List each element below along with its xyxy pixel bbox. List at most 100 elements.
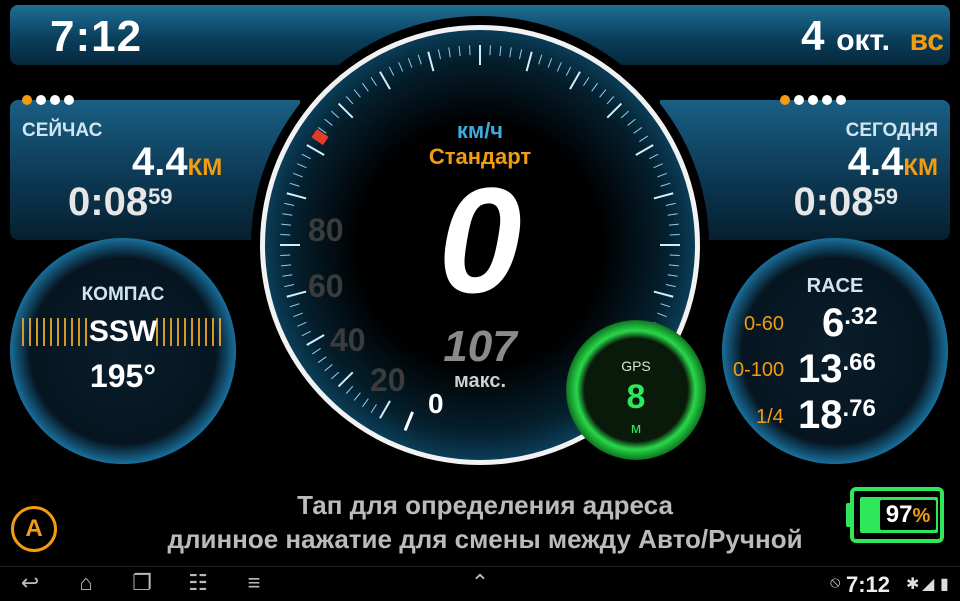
gauge-tick	[556, 62, 562, 72]
gauge-tick	[280, 254, 291, 256]
gauge-tick	[286, 192, 307, 200]
trip-today-duration: 0:0859	[793, 180, 898, 225]
gauge-tick	[669, 254, 680, 256]
gauge-tick	[284, 284, 295, 288]
gauge-tick	[668, 264, 679, 267]
gps-accuracy: 8	[626, 378, 646, 416]
gauge-tick	[398, 62, 404, 72]
page-dots-right[interactable]	[780, 95, 846, 105]
home-icon[interactable]: ⌂	[68, 570, 104, 596]
race-value-int: 13	[798, 347, 843, 391]
gauge-tick	[370, 76, 377, 86]
trip-today-distance: 4.4КМ	[848, 140, 938, 185]
gauge-tick	[591, 82, 598, 92]
race-value-frac: .32	[844, 303, 878, 330]
page-dot	[22, 95, 32, 105]
gauge-tick	[311, 348, 321, 355]
gauge-tick	[379, 71, 391, 90]
compass-title: КОМПАС	[81, 284, 165, 305]
gauge-tick	[324, 118, 333, 126]
speed-needle	[403, 411, 414, 431]
trip-now-distance: 4.4КМ	[132, 140, 222, 185]
gauge-tick	[282, 213, 293, 216]
gauge-tick	[639, 135, 649, 142]
gauge-tick	[657, 172, 667, 178]
gauge-tick	[469, 45, 471, 56]
gauge-tick	[669, 234, 680, 236]
page-dot	[836, 95, 846, 105]
page-dot	[50, 95, 60, 105]
gauge-tick	[337, 371, 354, 388]
apps-grid-icon[interactable]: ☷	[180, 570, 216, 596]
date-weekday: вс	[909, 24, 944, 57]
trip-now-duration-value: 0:08	[68, 180, 149, 224]
current-speed: 0	[438, 156, 522, 324]
gauge-tick	[427, 51, 435, 72]
gps-unit: м	[630, 420, 642, 437]
page-dot	[64, 95, 74, 105]
page-dots-left[interactable]	[22, 95, 74, 105]
trip-today-label: СЕГОДНЯ	[845, 120, 938, 141]
gauge-tick	[370, 404, 377, 414]
signal-icon: ◢	[922, 576, 935, 593]
race-value-frac: .66	[842, 349, 876, 376]
gauge-tick	[297, 163, 307, 169]
recent-apps-icon[interactable]: ❐	[124, 570, 160, 596]
gauge-tick	[362, 398, 369, 408]
race-value-frac: .76	[842, 395, 876, 422]
gauge-tick	[286, 290, 307, 298]
gauge-tick	[525, 51, 533, 72]
gauge-tick	[379, 400, 391, 419]
gauge-tick	[281, 264, 292, 267]
compass-direction: SSW	[88, 315, 158, 348]
page-dot	[808, 95, 818, 105]
gauge-tick	[306, 334, 325, 346]
gauge-tick	[569, 71, 581, 90]
gauge-tick	[519, 49, 523, 60]
chevron-up-icon[interactable]: ⌃	[462, 570, 498, 596]
date-month: окт.	[836, 24, 890, 57]
compass-degrees: 195°	[89, 358, 157, 394]
gauge-tick	[635, 144, 654, 156]
gauge-tick	[620, 110, 629, 119]
page-dot	[794, 95, 804, 105]
gauge-tick	[668, 223, 679, 226]
race-value-int: 6	[822, 301, 845, 345]
address-hint[interactable]: Тап для определения адреса длинное нажат…	[140, 488, 830, 556]
compass-gauge[interactable]	[10, 238, 236, 464]
race-label-0-60: 0-60	[744, 313, 785, 335]
gauge-tick	[583, 76, 590, 86]
menu-icon[interactable]: ≡	[236, 570, 272, 596]
gauge-tick	[306, 144, 325, 156]
page-dot	[822, 95, 832, 105]
race-value-quarter: 18.76	[798, 393, 876, 438]
max-speed-marker	[311, 129, 329, 146]
gauge-tick	[331, 110, 340, 119]
back-icon[interactable]: ↩	[12, 570, 48, 596]
gauge-tick	[565, 66, 572, 76]
gauge-tick	[301, 330, 311, 337]
gauge-tick	[653, 290, 674, 298]
gauge-tick	[653, 163, 663, 169]
gauge-tick	[293, 172, 303, 178]
gauge-tick	[627, 118, 636, 126]
trip-today-distance-unit: КМ	[903, 154, 938, 181]
gauge-tick	[331, 371, 340, 380]
trip-today-duration-value: 0:08	[793, 180, 874, 224]
race-value-0-100: 13.66	[798, 347, 876, 392]
gauge-tick	[289, 303, 300, 308]
gauge-tick	[297, 321, 307, 327]
gauge-tick	[660, 303, 671, 308]
gauge-tick	[281, 223, 292, 226]
gauge-tick	[547, 58, 553, 68]
gauge-tick	[345, 96, 354, 105]
auto-mode-button[interactable]: A	[11, 506, 57, 552]
trip-today-distance-value: 4.4	[847, 140, 904, 184]
scale-label-40: 40	[330, 322, 366, 358]
max-speed-label: макс.	[453, 370, 507, 392]
gauge-tick	[649, 153, 659, 160]
race-value-0-60: 6.32	[822, 301, 878, 346]
gauge-tick	[353, 89, 361, 98]
gauge-tick	[665, 202, 676, 206]
gauge-tick	[317, 356, 327, 363]
